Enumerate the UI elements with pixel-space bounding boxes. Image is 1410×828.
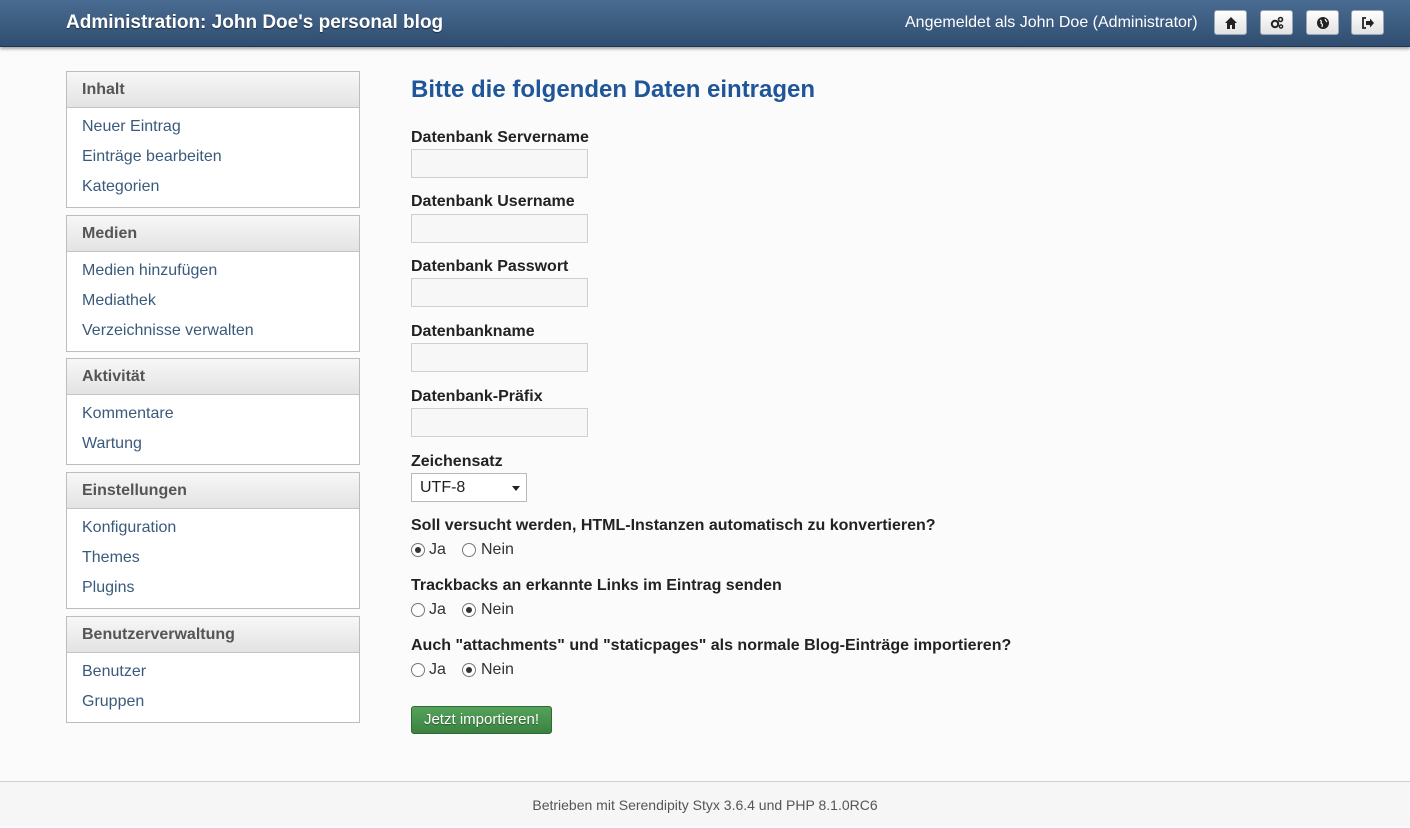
import-attachments-no-radio[interactable] [462,663,476,677]
import-attachments-yes-radio[interactable] [411,663,425,677]
nav-section-title: Benutzerverwaltung [67,617,359,653]
admin-title[interactable]: Administration: John Doe's personal blog [66,12,443,34]
db-username-label: Datenbank Username [411,193,575,210]
logout-icon [1361,16,1374,29]
import-attachments-yes-label[interactable]: Ja [429,661,446,679]
top-bar: Administration: John Doe's personal blog… [0,0,1410,47]
db-username-input[interactable] [411,214,588,243]
db-prefix-input[interactable] [411,408,588,437]
globe-button[interactable] [1306,10,1339,35]
nav-item-mediathek[interactable]: Mediathek [67,286,359,316]
db-prefix-label: Datenbank-Präfix [411,388,543,405]
nav-section-einstellungen: Einstellungen Konfiguration Themes Plugi… [66,472,360,609]
trackbacks-yes-label[interactable]: Ja [429,601,446,619]
nav-item-themes[interactable]: Themes [67,543,359,573]
nav-section-aktivitaet: Aktivität Kommentare Wartung [66,358,360,465]
nav-item-neuer-eintrag[interactable]: Neuer Eintrag [67,112,359,142]
nav-section-title: Einstellungen [67,473,359,509]
db-password-input[interactable] [411,278,588,307]
nav-section-benutzerverwaltung: Benutzerverwaltung Benutzer Gruppen [66,616,360,723]
trackbacks-question: Trackbacks an erkannte Links im Eintrag … [411,577,782,594]
import-button[interactable]: Jetzt importieren! [411,706,552,734]
convert-html-question: Soll versucht werden, HTML-Instanzen aut… [411,517,936,534]
footer-text: Betrieben mit Serendipity Styx 3.6.4 und… [532,797,878,813]
nav-item-eintraege-bearbeiten[interactable]: Einträge bearbeiten [67,142,359,172]
settings-icon [1270,16,1283,29]
nav-section-title: Inhalt [67,72,359,108]
nav-section-title: Medien [67,216,359,252]
convert-html-no-radio[interactable] [462,543,476,557]
logout-button[interactable] [1351,10,1384,35]
trackbacks-no-label[interactable]: Nein [481,601,514,619]
convert-html-yes-label[interactable]: Ja [429,541,446,559]
convert-html-no-label[interactable]: Nein [481,541,514,559]
logged-in-user: Angemeldet als John Doe (Administrator) [905,14,1198,31]
nav-item-benutzer[interactable]: Benutzer [67,657,359,687]
convert-html-yes-radio[interactable] [411,543,425,557]
nav-item-kategorien[interactable]: Kategorien [67,172,359,202]
nav-item-medien-hinzufuegen[interactable]: Medien hinzufügen [67,256,359,286]
footer: Betrieben mit Serendipity Styx 3.6.4 und… [0,781,1410,826]
db-servername-input[interactable] [411,149,588,178]
nav-item-gruppen[interactable]: Gruppen [67,687,359,717]
charset-label: Zeichensatz [411,453,503,470]
nav-item-verzeichnisse-verwalten[interactable]: Verzeichnisse verwalten [67,316,359,346]
home-icon [1224,16,1237,29]
globe-icon [1316,16,1329,29]
nav-item-konfiguration[interactable]: Konfiguration [67,513,359,543]
chevron-down-icon [512,486,520,491]
db-name-label: Datenbankname [411,323,535,340]
settings-button[interactable] [1260,10,1293,35]
nav-item-wartung[interactable]: Wartung [67,429,359,459]
nav-section-medien: Medien Medien hinzufügen Mediathek Verze… [66,215,360,352]
db-name-input[interactable] [411,343,588,372]
nav-section-title: Aktivität [67,359,359,395]
nav-item-plugins[interactable]: Plugins [67,573,359,603]
page-title: Bitte die folgenden Daten eintragen [411,76,816,103]
charset-select[interactable]: UTF-8 [411,473,527,502]
db-servername-label: Datenbank Servername [411,129,589,146]
nav-section-inhalt: Inhalt Neuer Eintrag Einträge bearbeiten… [66,71,360,208]
trackbacks-no-radio[interactable] [462,603,476,617]
trackbacks-yes-radio[interactable] [411,603,425,617]
home-button[interactable] [1214,10,1247,35]
import-attachments-no-label[interactable]: Nein [481,661,514,679]
charset-selected-value: UTF-8 [420,479,466,496]
db-password-label: Datenbank Passwort [411,258,569,275]
import-attachments-question: Auch "attachments" und "staticpages" als… [411,637,1012,654]
nav-item-kommentare[interactable]: Kommentare [67,399,359,429]
